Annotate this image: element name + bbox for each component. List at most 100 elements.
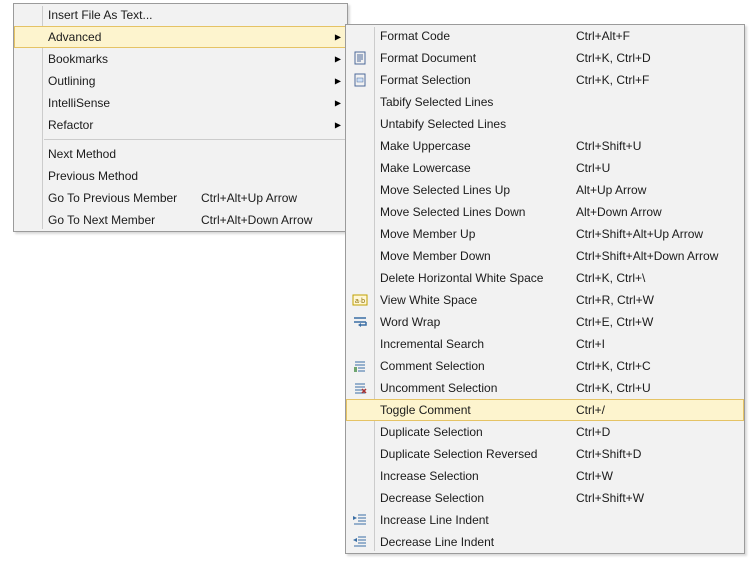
edit-submenu: Insert File As Text...Advanced▶Bookmarks… [13, 3, 348, 232]
advanced-menu-item-incremental-search[interactable]: Incremental SearchCtrl+I [346, 333, 744, 355]
menu-item-shortcut: Ctrl+Shift+Alt+Up Arrow [576, 227, 744, 241]
decrease-indent-icon [346, 534, 374, 550]
menu-item-label: Untabify Selected Lines [374, 117, 576, 131]
menu-item-shortcut: Ctrl+K, Ctrl+\ [576, 271, 744, 285]
svg-text:a·b: a·b [355, 298, 365, 305]
menu-item-label: Move Selected Lines Down [374, 205, 576, 219]
menu-item-shortcut: Alt+Down Arrow [576, 205, 744, 219]
view-white-space-icon: a·b [346, 292, 374, 308]
menu-item-shortcut: Ctrl+K, Ctrl+C [576, 359, 744, 373]
advanced-menu-item-duplicate-selection[interactable]: Duplicate SelectionCtrl+D [346, 421, 744, 443]
submenu-arrow-icon: ▶ [335, 55, 341, 64]
menu-item-label: Format Document [374, 51, 576, 65]
menu-item-shortcut: Ctrl+R, Ctrl+W [576, 293, 744, 307]
comment-selection-icon [346, 358, 374, 374]
menu-item-shortcut: Ctrl+Alt+F [576, 29, 744, 43]
submenu-arrow-icon: ▶ [335, 33, 341, 42]
edit-menu-item-go-to-next-member[interactable]: Go To Next MemberCtrl+Alt+Down Arrow [14, 209, 347, 231]
submenu-arrow-icon: ▶ [335, 121, 341, 130]
advanced-menu-item-toggle-comment[interactable]: Toggle CommentCtrl+/ [346, 399, 744, 421]
menu-item-shortcut: Ctrl+E, Ctrl+W [576, 315, 744, 329]
edit-menu-item-refactor[interactable]: Refactor ▶ [14, 114, 347, 136]
edit-menu-item-go-to-previous-member[interactable]: Go To Previous MemberCtrl+Alt+Up Arrow [14, 187, 347, 209]
menu-item-label: Decrease Selection [374, 491, 576, 505]
menu-item-label: Increase Line Indent [374, 513, 576, 527]
advanced-submenu: Format CodeCtrl+Alt+FFormat DocumentCtrl… [345, 24, 745, 554]
advanced-menu-item-word-wrap[interactable]: Word WrapCtrl+E, Ctrl+W [346, 311, 744, 333]
menu-item-label: Incremental Search [374, 337, 576, 351]
advanced-menu-item-format-document[interactable]: Format DocumentCtrl+K, Ctrl+D [346, 47, 744, 69]
edit-menu-item-intellisense[interactable]: IntelliSense▶ [14, 92, 347, 114]
menu-item-shortcut: Ctrl+Shift+W [576, 491, 744, 505]
word-wrap-icon [346, 314, 374, 330]
submenu-arrow-icon: ▶ [335, 77, 341, 86]
menu-item-shortcut: Ctrl+Shift+Alt+Down Arrow [576, 249, 744, 263]
menu-item-label: Bookmarks [42, 52, 201, 66]
menu-item-shortcut: Ctrl+Alt+Down Arrow [201, 213, 347, 227]
menu-separator [44, 139, 345, 140]
menu-item-label: Word Wrap [374, 315, 576, 329]
format-selection-icon [346, 72, 374, 88]
menu-item-shortcut: Ctrl+K, Ctrl+F [576, 73, 744, 87]
advanced-menu-item-untabify-selected-lines[interactable]: Untabify Selected Lines [346, 113, 744, 135]
menu-item-shortcut: Alt+Up Arrow [576, 183, 744, 197]
advanced-menu-item-increase-line-indent[interactable]: Increase Line Indent [346, 509, 744, 531]
menu-item-shortcut: Ctrl+Shift+D [576, 447, 744, 461]
increase-indent-icon [346, 512, 374, 528]
advanced-menu-item-comment-selection[interactable]: Comment SelectionCtrl+K, Ctrl+C [346, 355, 744, 377]
edit-menu-item-previous-method[interactable]: Previous Method [14, 165, 347, 187]
advanced-menu-item-move-selected-lines-up[interactable]: Move Selected Lines UpAlt+Up Arrow [346, 179, 744, 201]
advanced-menu-item-increase-selection[interactable]: Increase SelectionCtrl+W [346, 465, 744, 487]
menu-item-label: Uncomment Selection [374, 381, 576, 395]
menu-item-label: Refactor [42, 118, 201, 132]
advanced-menu-item-duplicate-selection-reversed[interactable]: Duplicate Selection ReversedCtrl+Shift+D [346, 443, 744, 465]
menu-item-label: Move Member Down [374, 249, 576, 263]
menu-item-label: Previous Method [42, 169, 201, 183]
edit-menu-item-bookmarks[interactable]: Bookmarks ▶ [14, 48, 347, 70]
menu-item-label: View White Space [374, 293, 576, 307]
menu-item-label: Format Selection [374, 73, 576, 87]
advanced-menu-item-view-white-space[interactable]: a·b View White SpaceCtrl+R, Ctrl+W [346, 289, 744, 311]
advanced-menu-item-make-lowercase[interactable]: Make LowercaseCtrl+U [346, 157, 744, 179]
edit-menu-item-next-method[interactable]: Next Method [14, 143, 347, 165]
edit-menu-item-insert-file-as-text[interactable]: Insert File As Text... [14, 4, 347, 26]
edit-menu-item-advanced[interactable]: Advanced ▶ [14, 26, 347, 48]
menu-item-label: Insert File As Text... [42, 8, 201, 22]
advanced-menu-item-make-uppercase[interactable]: Make UppercaseCtrl+Shift+U [346, 135, 744, 157]
menu-item-shortcut: Ctrl+D [576, 425, 744, 439]
advanced-menu-item-decrease-selection[interactable]: Decrease SelectionCtrl+Shift+W [346, 487, 744, 509]
menu-item-shortcut: Ctrl+K, Ctrl+D [576, 51, 744, 65]
menu-item-shortcut: Ctrl+I [576, 337, 744, 351]
advanced-menu-item-decrease-line-indent[interactable]: Decrease Line Indent [346, 531, 744, 553]
menu-item-label: Make Lowercase [374, 161, 576, 175]
menu-item-label: Go To Previous Member [42, 191, 201, 205]
uncomment-selection-icon [346, 380, 374, 396]
menu-item-label: Format Code [374, 29, 576, 43]
advanced-menu-item-delete-horizontal-white-space[interactable]: Delete Horizontal White SpaceCtrl+K, Ctr… [346, 267, 744, 289]
advanced-menu-item-move-member-up[interactable]: Move Member UpCtrl+Shift+Alt+Up Arrow [346, 223, 744, 245]
menu-item-shortcut: Ctrl+/ [576, 403, 744, 417]
menu-item-shortcut: Ctrl+Alt+Up Arrow [201, 191, 347, 205]
menu-item-label: Move Selected Lines Up [374, 183, 576, 197]
advanced-menu-item-tabify-selected-lines[interactable]: Tabify Selected Lines [346, 91, 744, 113]
menu-item-label: Decrease Line Indent [374, 535, 576, 549]
menu-item-label: Go To Next Member [42, 213, 201, 227]
menu-item-label: Toggle Comment [374, 403, 576, 417]
edit-menu-item-outlining[interactable]: Outlining ▶ [14, 70, 347, 92]
advanced-menu-item-uncomment-selection[interactable]: Uncomment SelectionCtrl+K, Ctrl+U [346, 377, 744, 399]
menu-item-shortcut: Ctrl+U [576, 161, 744, 175]
menu-item-label: Advanced [42, 30, 201, 44]
menu-item-label: Move Member Up [374, 227, 576, 241]
menu-item-shortcut: Ctrl+Shift+U [576, 139, 744, 153]
advanced-menu-item-format-selection[interactable]: Format SelectionCtrl+K, Ctrl+F [346, 69, 744, 91]
menu-item-label: Duplicate Selection [374, 425, 576, 439]
advanced-menu-item-format-code[interactable]: Format CodeCtrl+Alt+F [346, 25, 744, 47]
menu-item-label: Tabify Selected Lines [374, 95, 576, 109]
advanced-menu-item-move-member-down[interactable]: Move Member DownCtrl+Shift+Alt+Down Arro… [346, 245, 744, 267]
menu-item-label: Delete Horizontal White Space [374, 271, 576, 285]
advanced-menu-item-move-selected-lines-down[interactable]: Move Selected Lines DownAlt+Down Arrow [346, 201, 744, 223]
menu-item-label: Outlining [42, 74, 201, 88]
menu-item-label: Duplicate Selection Reversed [374, 447, 576, 461]
menu-item-label: Make Uppercase [374, 139, 576, 153]
format-document-icon [346, 50, 374, 66]
